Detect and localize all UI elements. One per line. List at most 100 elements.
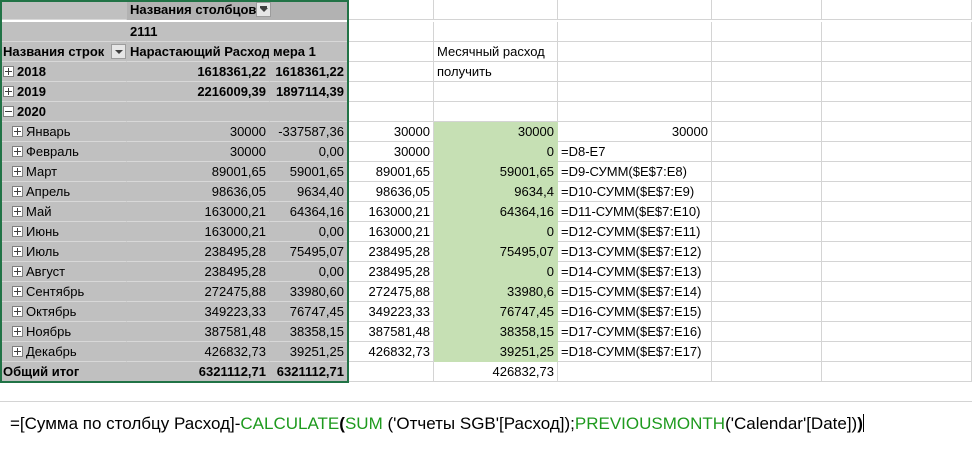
formula-cell[interactable]: =D15-СУММ($E$7:E14) <box>558 282 712 302</box>
cell[interactable] <box>712 82 822 102</box>
grand-total-value[interactable]: 6321112,71 <box>127 362 270 382</box>
monthly-expense-cell[interactable]: 59001,65 <box>434 162 558 182</box>
formula-cell[interactable]: =D12-СУММ($E$7:E11) <box>558 222 712 242</box>
cell[interactable] <box>822 222 972 242</box>
value-cell[interactable]: 30000 <box>348 142 434 162</box>
monthly-expense-cell[interactable]: 30000 <box>434 122 558 142</box>
value-cell[interactable]: 76747,45 <box>270 302 348 322</box>
month-label-cell[interactable]: Декабрь <box>0 342 127 362</box>
cell[interactable] <box>558 0 712 20</box>
cell[interactable] <box>712 22 822 42</box>
cell[interactable] <box>822 102 972 122</box>
value-cell[interactable]: -337587,36 <box>270 122 348 142</box>
expand-plus-icon[interactable] <box>12 146 23 158</box>
cell[interactable] <box>712 362 822 382</box>
column-value-cell[interactable]: 2111 <box>127 22 270 42</box>
note-cell-line1[interactable]: Месячный расход <box>434 42 558 62</box>
cell[interactable] <box>712 302 822 322</box>
cell[interactable] <box>348 0 434 20</box>
grand-total-label[interactable]: Общий итог <box>0 362 127 382</box>
formula-cell[interactable]: =D17-СУММ($E$7:E16) <box>558 322 712 342</box>
cell[interactable] <box>822 0 972 20</box>
grand-total-value[interactable]: 6321112,71 <box>270 362 348 382</box>
row-labels-header[interactable]: Названия строк <box>0 42 127 62</box>
collapse-minus-icon[interactable] <box>3 106 14 118</box>
formula-cell[interactable]: =D10-СУММ($E$7:E9) <box>558 182 712 202</box>
formula-cell[interactable]: =D9-СУММ($E$7:E8) <box>558 162 712 182</box>
cell[interactable] <box>822 362 972 382</box>
value-cell[interactable]: 30000 <box>348 122 434 142</box>
value-cell[interactable]: 0,00 <box>270 222 348 242</box>
cell[interactable] <box>348 62 434 82</box>
formula-cell[interactable]: =D13-СУММ($E$7:E12) <box>558 242 712 262</box>
expand-plus-icon[interactable] <box>12 166 23 178</box>
cell[interactable] <box>712 242 822 262</box>
cell[interactable] <box>348 42 434 62</box>
measure-header-1[interactable]: Нарастающий Расход <box>127 42 270 62</box>
value-cell[interactable]: 349223,33 <box>127 302 270 322</box>
cell[interactable] <box>434 0 558 20</box>
cell[interactable] <box>348 82 434 102</box>
formula-bar[interactable]: =[Сумма по столбцу Расход]-CALCULATE(SUM… <box>0 401 972 446</box>
value-cell[interactable]: 272475,88 <box>348 282 434 302</box>
cell[interactable] <box>0 0 127 20</box>
value-cell[interactable]: 33980,60 <box>270 282 348 302</box>
year-label-cell[interactable]: 2020 <box>0 102 127 122</box>
value-cell[interactable]: 0,00 <box>270 262 348 282</box>
value-cell[interactable]: 163000,21 <box>127 202 270 222</box>
year-label-cell[interactable]: 2019 <box>0 82 127 102</box>
cell[interactable] <box>822 82 972 102</box>
monthly-expense-cell[interactable]: 38358,15 <box>434 322 558 342</box>
month-label-cell[interactable]: Январь <box>0 122 127 142</box>
expand-plus-icon[interactable] <box>12 286 23 298</box>
value-cell[interactable]: 59001,65 <box>270 162 348 182</box>
expand-plus-icon[interactable] <box>12 346 23 358</box>
value-cell[interactable]: 30000 <box>127 142 270 162</box>
cell[interactable] <box>822 62 972 82</box>
value-cell[interactable]: 426832,73 <box>127 342 270 362</box>
column-labels-header[interactable]: Названия столбцов <box>127 0 270 20</box>
value-cell[interactable]: 272475,88 <box>127 282 270 302</box>
cell[interactable] <box>558 62 712 82</box>
cell[interactable] <box>822 282 972 302</box>
value-cell[interactable]: 1618361,22 <box>270 62 348 82</box>
monthly-expense-cell[interactable]: 75495,07 <box>434 242 558 262</box>
value-cell[interactable]: 30000 <box>127 122 270 142</box>
value-cell[interactable]: 98636,05 <box>127 182 270 202</box>
cell[interactable] <box>270 22 348 42</box>
cell[interactable] <box>712 322 822 342</box>
cell[interactable] <box>434 102 558 122</box>
cell[interactable] <box>434 22 558 42</box>
monthly-expense-total[interactable]: 426832,73 <box>434 362 558 382</box>
expand-plus-icon[interactable] <box>12 246 23 258</box>
monthly-expense-cell[interactable]: 33980,6 <box>434 282 558 302</box>
cell[interactable] <box>348 362 434 382</box>
month-label-cell[interactable]: Май <box>0 202 127 222</box>
month-label-cell[interactable]: Ноябрь <box>0 322 127 342</box>
cell[interactable] <box>822 322 972 342</box>
month-label-cell[interactable]: Апрель <box>0 182 127 202</box>
expand-plus-icon[interactable] <box>12 306 23 318</box>
formula-cell[interactable]: =D18-СУММ($E$7:E17) <box>558 342 712 362</box>
cell[interactable] <box>822 162 972 182</box>
cell[interactable] <box>822 142 972 162</box>
cell[interactable] <box>822 22 972 42</box>
month-label-cell[interactable]: Июль <box>0 242 127 262</box>
cell[interactable] <box>558 22 712 42</box>
value-cell[interactable] <box>270 102 348 122</box>
value-cell[interactable]: 38358,15 <box>270 322 348 342</box>
month-label-cell[interactable]: Август <box>0 262 127 282</box>
cell[interactable] <box>348 102 434 122</box>
cell[interactable] <box>712 42 822 62</box>
value-cell[interactable]: 163000,21 <box>348 222 434 242</box>
value-cell[interactable]: 426832,73 <box>348 342 434 362</box>
formula-cell[interactable]: =D8-E7 <box>558 142 712 162</box>
value-cell[interactable]: 238495,28 <box>127 262 270 282</box>
cell[interactable] <box>270 0 348 20</box>
column-filter-dropdown-icon[interactable] <box>256 2 271 17</box>
month-label-cell[interactable]: Июнь <box>0 222 127 242</box>
value-cell[interactable]: 1897114,39 <box>270 82 348 102</box>
expand-plus-icon[interactable] <box>12 126 23 138</box>
cell[interactable] <box>822 202 972 222</box>
month-label-cell[interactable]: Октябрь <box>0 302 127 322</box>
